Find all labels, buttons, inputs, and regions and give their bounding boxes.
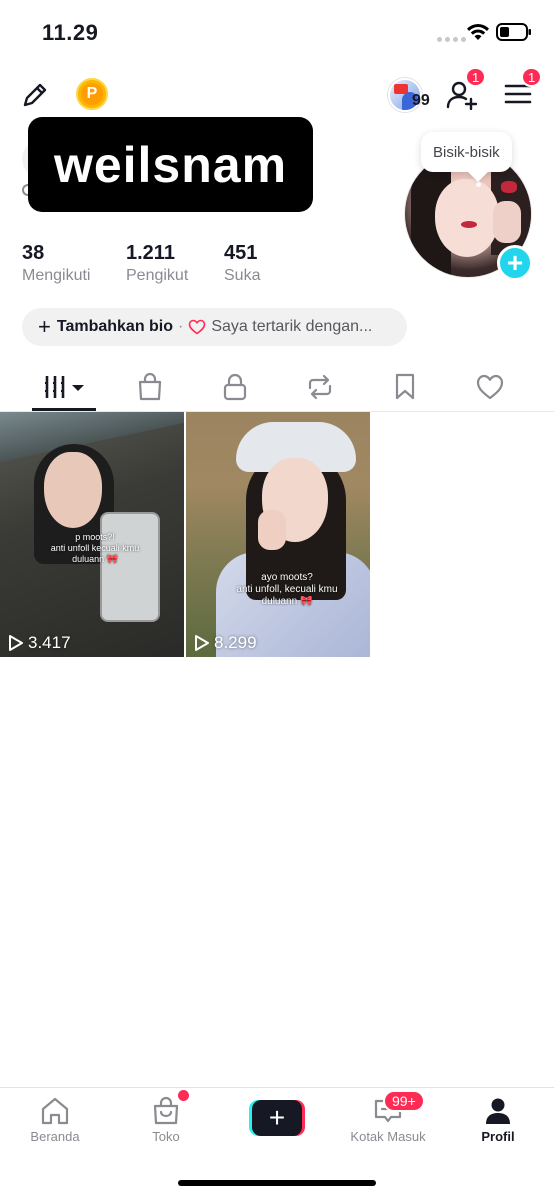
home-icon <box>41 1097 69 1125</box>
whisper-tooltip[interactable]: Bisik-bisik <box>421 132 512 172</box>
menu-notification-badge: 1 <box>521 67 543 87</box>
status-time: 11.29 <box>42 20 99 45</box>
status-bar: 11.29 <box>0 0 554 64</box>
shopping-bag-icon <box>138 372 162 401</box>
bio-pill[interactable]: + Tambahkan bio · Saya tertarik dengan..… <box>22 308 407 346</box>
stat-label: Mengikuti <box>22 267 91 284</box>
tooltip-dot <box>476 182 481 187</box>
coin-letter: P <box>81 83 103 105</box>
view-count-value: 8.299 <box>214 633 257 652</box>
lock-icon <box>223 373 247 401</box>
heart-icon <box>476 374 504 400</box>
nav-home-label: Beranda <box>30 1129 80 1144</box>
tab-liked[interactable] <box>470 370 510 404</box>
video-caption: ayo moots? anti unfoll, kecuali kmu dulu… <box>236 572 338 607</box>
profile-icon <box>486 1098 510 1124</box>
stat-label: Pengikut <box>126 267 189 284</box>
create-button[interactable]: + <box>249 1100 305 1136</box>
coin-icon[interactable]: P <box>76 78 108 110</box>
bio-separator: · <box>178 318 184 335</box>
bookmark-icon <box>395 373 415 400</box>
inbox-badge: 99+ <box>383 1090 425 1112</box>
interests-button[interactable]: Saya tertarik dengan... <box>211 318 372 336</box>
active-tab-indicator <box>32 408 96 411</box>
stat-value: 38 <box>22 242 45 264</box>
tab-favorites[interactable] <box>385 370 425 404</box>
nav-profile[interactable]: Profil <box>448 1096 548 1144</box>
video-caption: p moots?! anti unfoll kecuali kmu duluan… <box>50 532 140 564</box>
username-box[interactable]: weilsnam <box>28 117 313 212</box>
add-user-notification-badge: 1 <box>465 67 487 87</box>
plus-icon: + <box>252 1100 302 1136</box>
nav-profile-label: Profil <box>481 1129 515 1144</box>
battery-icon <box>496 23 531 41</box>
view-count: 3.417 <box>8 633 71 653</box>
heart-outline-icon <box>189 319 206 335</box>
nav-shop[interactable]: Toko <box>116 1096 216 1144</box>
edit-pencil-icon[interactable] <box>20 80 50 110</box>
grid-icon <box>45 376 84 398</box>
add-bio-button[interactable]: Tambahkan bio <box>57 318 173 336</box>
plus-icon: + <box>38 314 51 339</box>
username: weilsnam <box>53 136 288 193</box>
home-indicator <box>178 1180 376 1186</box>
stat-following[interactable]: 38 Mengikuti <box>22 242 126 285</box>
tab-videos[interactable] <box>32 370 96 404</box>
video-thumbnail[interactable]: ayo moots? anti unfoll, kecuali kmu dulu… <box>186 412 370 657</box>
tab-reposts[interactable] <box>300 370 340 404</box>
stat-value: 451 <box>224 242 258 264</box>
stat-label: Suka <box>224 267 261 284</box>
play-icon <box>195 635 209 651</box>
repost-icon <box>308 374 332 400</box>
nav-inbox-label: Kotak Masuk <box>350 1129 426 1144</box>
shop-notification-dot <box>178 1090 189 1101</box>
tab-shop[interactable] <box>130 370 170 404</box>
wifi-icon <box>467 23 489 40</box>
shop-bag-icon <box>153 1096 179 1125</box>
add-story-button[interactable]: + <box>497 245 533 281</box>
profile-stats: 38 Mengikuti 1.211 Pengikut 451 Suka <box>22 242 260 285</box>
video-thumbnail[interactable]: p moots?! anti unfoll kecuali kmu duluan… <box>0 412 184 657</box>
stat-value: 1.211 <box>126 242 175 264</box>
profile-tabs <box>0 362 554 412</box>
nav-home[interactable]: Beranda <box>5 1096 105 1144</box>
stat-followers[interactable]: 1.211 Pengikut <box>126 242 224 285</box>
view-count: 8.299 <box>194 633 257 653</box>
stat-likes[interactable]: 451 Suka <box>224 242 260 285</box>
nav-shop-label: Toko <box>152 1129 180 1144</box>
play-icon <box>9 635 23 651</box>
signal-icon <box>437 37 466 42</box>
badge-count: 99 <box>412 92 430 109</box>
tab-private[interactable] <box>215 370 255 404</box>
view-count-value: 3.417 <box>28 633 71 652</box>
